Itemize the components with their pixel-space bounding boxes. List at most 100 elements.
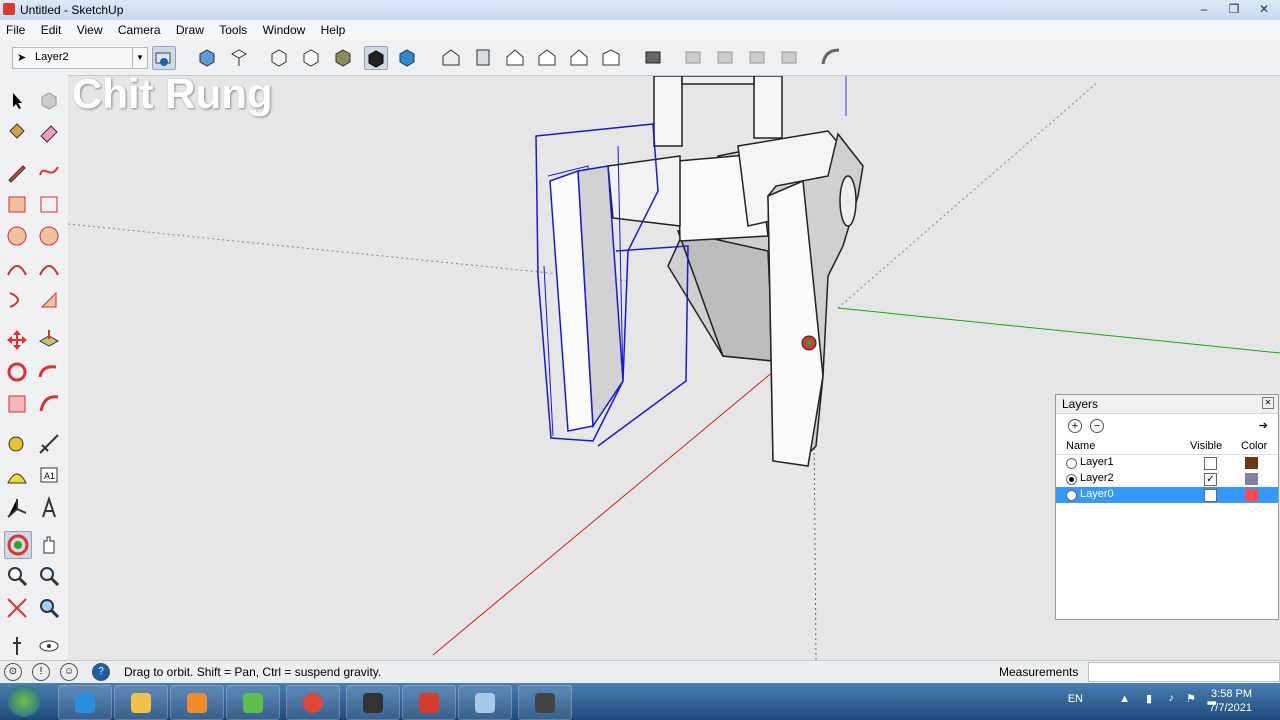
back-view-icon[interactable] xyxy=(536,46,558,68)
flag-icon[interactable]: ⚑ xyxy=(1186,692,1196,705)
pencil-line-icon[interactable] xyxy=(4,159,30,185)
green-app-icon[interactable] xyxy=(226,685,280,720)
pie-tool-icon[interactable] xyxy=(36,287,62,313)
solid-intersect-icon[interactable] xyxy=(682,46,704,68)
zoom-extents-icon[interactable] xyxy=(4,595,30,621)
layer-row[interactable]: Layer0 xyxy=(1056,487,1278,503)
circle-tool-icon[interactable] xyxy=(4,223,30,249)
orbit-tool-icon[interactable] xyxy=(4,531,32,559)
solid-subtract-icon[interactable] xyxy=(714,46,736,68)
look-around-icon[interactable] xyxy=(36,633,62,659)
menu-help[interactable]: Help xyxy=(315,20,352,40)
network-icon[interactable]: ▮ xyxy=(1146,692,1152,705)
internet-explorer-icon[interactable] xyxy=(58,685,112,720)
front-view-icon[interactable] xyxy=(504,46,526,68)
zoom-tool-icon[interactable] xyxy=(4,563,30,589)
user-account-icon[interactable]: ☺ xyxy=(60,663,78,681)
iso-house-icon[interactable] xyxy=(440,46,462,68)
paint-bucket-icon[interactable] xyxy=(4,119,30,145)
geo-location-icon[interactable]: ⊙ xyxy=(4,663,22,681)
chrome-icon[interactable] xyxy=(286,685,340,720)
curve-tool-icon[interactable] xyxy=(820,46,842,68)
col-color[interactable]: Color xyxy=(1241,440,1267,452)
visible-checkbox[interactable]: ✓ xyxy=(1204,473,1217,486)
tray-arrow-icon[interactable]: ▲ xyxy=(1119,693,1130,705)
menu-camera[interactable]: Camera xyxy=(112,20,167,40)
sketchup-taskbar-icon[interactable] xyxy=(402,685,456,720)
minimize-icon[interactable]: – xyxy=(1190,1,1218,17)
menu-tools[interactable]: Tools xyxy=(213,20,253,40)
xray-icon[interactable] xyxy=(268,46,290,68)
layer-row[interactable]: Layer1 xyxy=(1056,455,1278,471)
wireframe-icon[interactable] xyxy=(300,46,322,68)
active-layer-radio[interactable] xyxy=(1066,490,1077,501)
tape-measure-icon[interactable] xyxy=(4,431,30,457)
bottom-view-icon[interactable] xyxy=(600,46,622,68)
solid-split-icon[interactable] xyxy=(778,46,800,68)
layer-manager-icon[interactable] xyxy=(152,46,176,70)
measurements-input[interactable] xyxy=(1088,662,1280,682)
restore-icon[interactable]: ❐ xyxy=(1220,1,1248,17)
menu-view[interactable]: View xyxy=(71,20,109,40)
solid-trim-icon[interactable] xyxy=(746,46,768,68)
rotated-rectangle-icon[interactable] xyxy=(36,191,62,217)
rotate-tool-icon[interactable] xyxy=(4,359,30,385)
solid-union-icon[interactable] xyxy=(642,46,664,68)
col-name[interactable]: Name xyxy=(1066,440,1095,452)
iso-view-icon[interactable] xyxy=(196,46,218,68)
menu-file[interactable]: File xyxy=(0,20,31,40)
right-view-icon[interactable] xyxy=(472,46,494,68)
layer-name[interactable]: Layer0 xyxy=(1080,488,1114,500)
left-view-icon[interactable] xyxy=(568,46,590,68)
protractor-icon[interactable] xyxy=(4,463,30,489)
select-tool-icon[interactable] xyxy=(4,87,30,113)
3d-text-icon[interactable] xyxy=(36,495,62,521)
layer-color-swatch[interactable] xyxy=(1245,473,1258,485)
menu-window[interactable]: Window xyxy=(257,20,312,40)
media-player-icon[interactable] xyxy=(170,685,224,720)
follow-me-icon[interactable] xyxy=(36,359,62,385)
menu-edit[interactable]: Edit xyxy=(35,20,68,40)
pan-tool-icon[interactable] xyxy=(36,531,62,557)
terminal-app-icon[interactable] xyxy=(346,685,400,720)
push-pull-icon[interactable] xyxy=(36,327,62,353)
active-layer-radio[interactable] xyxy=(1066,458,1077,469)
walk-tool-icon[interactable] xyxy=(4,633,30,659)
scale-tool-icon[interactable] xyxy=(4,391,30,417)
eraser-icon[interactable] xyxy=(36,119,62,145)
clock[interactable]: 3:58 PM 7/7/2021 xyxy=(1209,687,1252,715)
top-view-icon[interactable] xyxy=(228,46,250,68)
file-explorer-icon[interactable] xyxy=(114,685,168,720)
language-indicator[interactable]: EN xyxy=(1068,693,1083,705)
close-icon[interactable]: ✕ xyxy=(1262,397,1274,409)
hidden-line-icon[interactable] xyxy=(332,46,354,68)
shaded-icon[interactable] xyxy=(364,46,388,70)
layer-dropdown[interactable]: ➤ Layer2 ▼ xyxy=(12,47,148,69)
arc-tool-icon[interactable] xyxy=(4,255,30,281)
freehand-icon[interactable] xyxy=(36,159,62,185)
visible-checkbox[interactable] xyxy=(1204,489,1217,502)
layout-app-icon[interactable] xyxy=(518,685,572,720)
add-layer-icon[interactable]: + xyxy=(1068,419,1082,433)
delete-layer-icon[interactable]: − xyxy=(1090,419,1104,433)
layer-color-swatch[interactable] xyxy=(1245,489,1258,501)
zoom-window-icon[interactable] xyxy=(36,563,62,589)
active-layer-radio[interactable] xyxy=(1066,474,1077,485)
rectangle-tool-icon[interactable] xyxy=(4,191,30,217)
layer-name[interactable]: Layer2 xyxy=(1080,472,1114,484)
help-icon[interactable]: ? xyxy=(92,663,110,681)
layer-name[interactable]: Layer1 xyxy=(1080,456,1114,468)
volume-icon[interactable]: ♪ xyxy=(1169,692,1175,704)
layer-color-swatch[interactable] xyxy=(1245,457,1258,469)
two-point-arc-icon[interactable] xyxy=(36,255,62,281)
close-icon[interactable]: ✕ xyxy=(1250,1,1278,17)
start-button-icon[interactable] xyxy=(8,685,40,717)
chevron-down-icon[interactable]: ▼ xyxy=(132,48,147,68)
component-tool-icon[interactable] xyxy=(36,87,62,113)
layer-row[interactable]: Layer2 ✓ xyxy=(1056,471,1278,487)
screen-capture-icon[interactable] xyxy=(458,685,512,720)
menu-draw[interactable]: Draw xyxy=(170,20,210,40)
offset-tool-icon[interactable] xyxy=(36,391,62,417)
move-tool-icon[interactable] xyxy=(4,327,30,353)
credits-icon[interactable]: ! xyxy=(32,663,50,681)
